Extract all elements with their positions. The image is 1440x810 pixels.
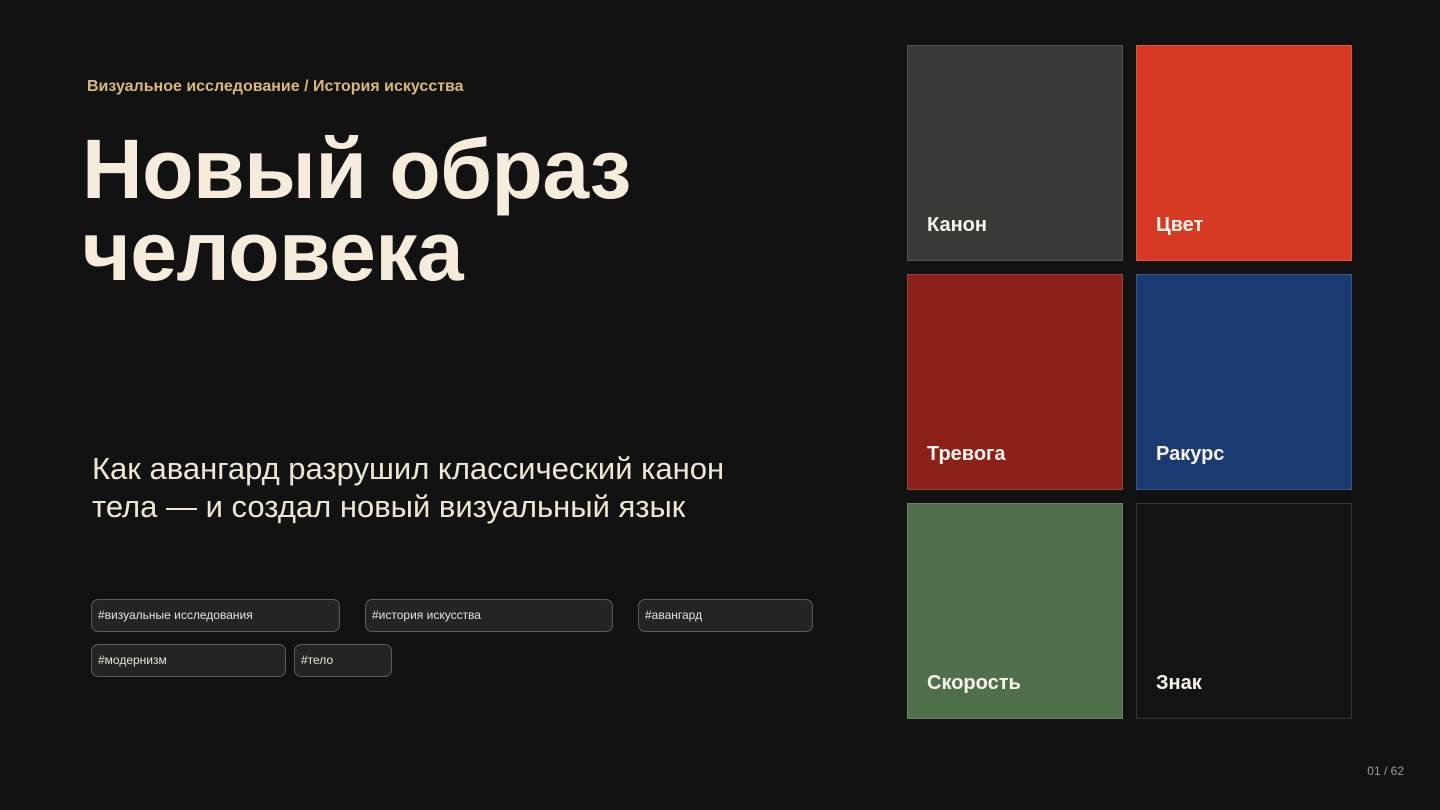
page-counter: 01 / 62 (1367, 764, 1404, 778)
tile-perspective[interactable]: Ракурс (1136, 274, 1352, 490)
tile-label: Ракурс (1156, 443, 1225, 465)
tag-art-history[interactable]: #история искусства (365, 599, 613, 632)
tile-color[interactable]: Цвет (1136, 45, 1352, 261)
tag-avant-garde[interactable]: #авангард (638, 599, 813, 632)
tile-label: Знак (1156, 672, 1202, 694)
tile-label: Скорость (927, 672, 1021, 694)
tile-anxiety[interactable]: Тревога (907, 274, 1123, 490)
tile-label: Канон (927, 214, 987, 236)
tag-modernism[interactable]: #модернизм (91, 644, 286, 677)
page-title-line-1: Новый образ (82, 122, 631, 216)
page-title-line-2: человека (82, 204, 464, 298)
tile-sign[interactable]: Знак (1136, 503, 1352, 719)
subtitle-line-1: Как авангард разрушил классический канон (92, 451, 725, 486)
page-title: Новый образ человека (82, 122, 631, 298)
tile-speed[interactable]: Скорость (907, 503, 1123, 719)
tile-label: Цвет (1156, 214, 1204, 236)
breadcrumb: Визуальное исследование / История искусс… (87, 78, 464, 95)
tile-canon[interactable]: Канон (907, 45, 1123, 261)
tag-visual-research[interactable]: #визуальные исследования (91, 599, 340, 632)
subtitle-line-2: тела — и создал новый визуальный язык (92, 489, 686, 524)
tile-label: Тревога (927, 443, 1006, 465)
subtitle: Как авангард разрушил классический канон… (92, 450, 724, 526)
tag-body[interactable]: #тело (294, 644, 392, 677)
